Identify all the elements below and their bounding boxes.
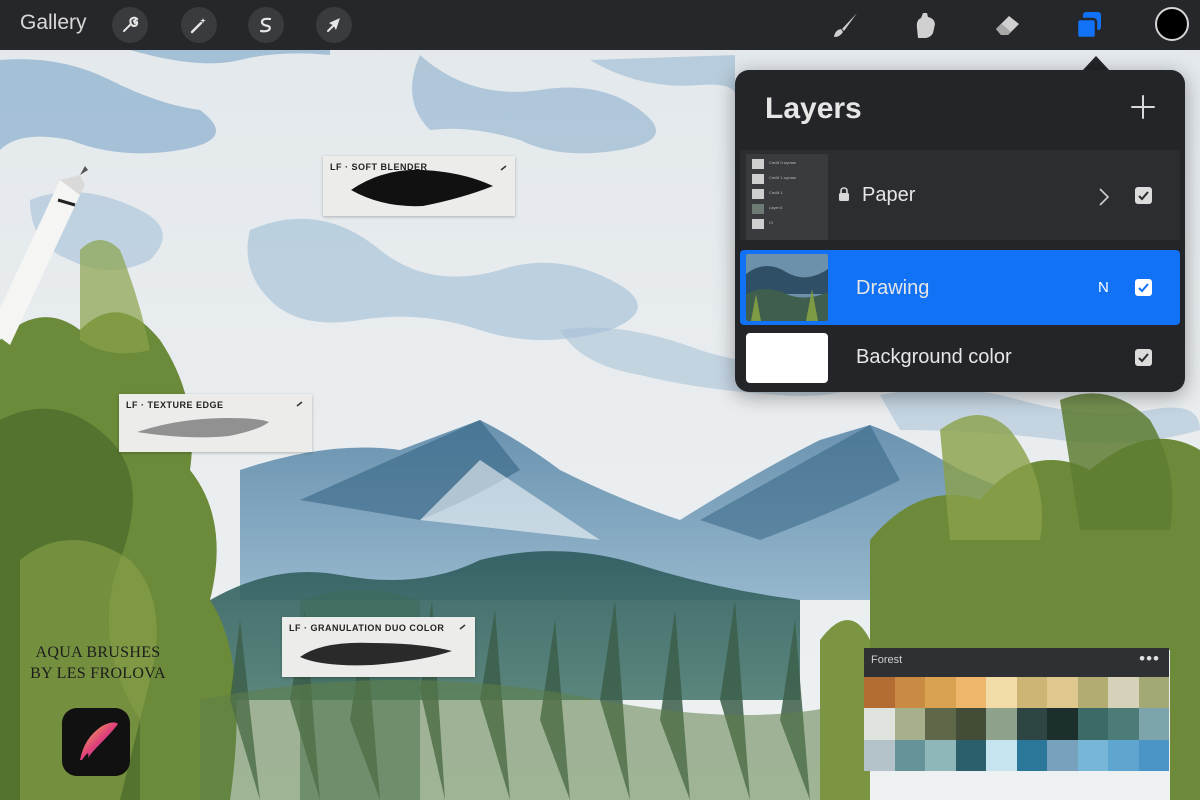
- watermark-line2: BY LES FROLOVA: [30, 665, 166, 682]
- color-swatch[interactable]: [894, 739, 925, 771]
- brush-card-texture-edge[interactable]: LF · TEXTURE EDGE: [119, 394, 312, 452]
- brush-stroke-preview: [300, 624, 466, 666]
- more-options-icon[interactable]: •••: [1139, 649, 1160, 669]
- group-sublayer: Layer 6: [749, 204, 825, 215]
- add-layer-button[interactable]: [1128, 92, 1158, 122]
- color-swatch[interactable]: [1108, 708, 1139, 740]
- color-swatch[interactable]: [955, 739, 986, 771]
- layer-row-paper[interactable]: Cmöll 0 ыуннм Cmöll 1 ыуннм Cmöll 1 Laye…: [740, 150, 1180, 240]
- color-swatch[interactable]: [864, 739, 895, 771]
- gallery-button[interactable]: Gallery: [20, 11, 87, 35]
- color-picker[interactable]: [1155, 7, 1189, 41]
- color-swatch[interactable]: [1077, 677, 1108, 709]
- layer-visibility-checkbox[interactable]: [1135, 187, 1152, 204]
- color-swatch[interactable]: [864, 708, 895, 740]
- color-swatch[interactable]: [1016, 708, 1047, 740]
- checkmark-icon: [1138, 191, 1149, 201]
- brush-icon: [834, 13, 857, 37]
- plus-icon: [1131, 95, 1155, 119]
- layer-row-background-color[interactable]: Background color: [740, 330, 1180, 385]
- color-swatch[interactable]: [955, 708, 986, 740]
- magic-wand-icon: [190, 18, 206, 34]
- color-swatch[interactable]: [1047, 677, 1078, 709]
- blend-mode-button[interactable]: N: [1098, 279, 1109, 296]
- smudge-icon: [916, 13, 935, 38]
- layer-thumbnail: Cmöll 0 ыуннм Cmöll 1 ыуннм Cmöll 1 Laye…: [746, 154, 828, 240]
- layer-row-drawing[interactable]: Drawing N: [740, 250, 1180, 325]
- color-swatch[interactable]: [864, 677, 895, 709]
- transform-arrow-icon: [327, 18, 340, 32]
- brush-stroke-preview: [137, 401, 303, 438]
- layer-name: Paper: [862, 184, 916, 206]
- wrench-icon: [123, 16, 139, 32]
- checkmark-icon: [1138, 353, 1149, 363]
- color-swatch[interactable]: [1016, 739, 1047, 771]
- layer-thumbnail: [746, 333, 828, 383]
- layers-panel: Layers Cmöll 0 ыуннм Cmöll 1 ыуннм Cmöll…: [735, 70, 1185, 392]
- brush-stroke-preview: [351, 165, 507, 207]
- color-swatch[interactable]: [925, 708, 956, 740]
- color-swatch[interactable]: [986, 677, 1017, 709]
- watermark-text: AQUA BRUSHES BY LES FROLOVA: [18, 642, 178, 684]
- color-swatch[interactable]: [894, 677, 925, 709]
- watermark-line1: AQUA BRUSHES: [35, 644, 161, 661]
- color-swatch[interactable]: [1108, 677, 1139, 709]
- checkmark-icon: [1138, 283, 1149, 293]
- selection-button[interactable]: [248, 7, 284, 43]
- selection-icon: [259, 17, 272, 33]
- group-sublayer: Cmöll 1 ыуннм: [749, 174, 825, 185]
- group-sublayer: Cmöll 1: [749, 189, 825, 200]
- brush-tool[interactable]: [826, 6, 864, 44]
- color-swatch[interactable]: [1077, 739, 1108, 771]
- brush-card-soft-blender[interactable]: LF · SOFT BLENDER: [323, 156, 515, 216]
- layer-visibility-checkbox[interactable]: [1135, 279, 1152, 296]
- color-swatch[interactable]: [1047, 739, 1078, 771]
- color-swatch[interactable]: [925, 677, 956, 709]
- layer-thumbnail: [746, 254, 828, 321]
- color-swatch[interactable]: [1138, 708, 1169, 740]
- color-swatch[interactable]: [1138, 677, 1169, 709]
- adjustments-button[interactable]: [181, 7, 217, 43]
- layer-name: Drawing: [856, 277, 930, 299]
- lock-icon: [839, 187, 849, 201]
- color-swatch[interactable]: [1108, 739, 1139, 771]
- smudge-tool[interactable]: [906, 6, 944, 44]
- eraser-icon: [996, 16, 1019, 35]
- color-swatch[interactable]: [1047, 708, 1078, 740]
- layers-popover-caret: [1082, 56, 1110, 71]
- color-swatch[interactable]: [1016, 677, 1047, 709]
- color-swatch[interactable]: [986, 739, 1017, 771]
- color-swatch[interactable]: [955, 677, 986, 709]
- palette-name: Forest: [871, 654, 903, 666]
- color-swatch[interactable]: [986, 708, 1017, 740]
- layer-visibility-checkbox[interactable]: [1135, 349, 1152, 366]
- layers-title: Layers: [765, 92, 862, 125]
- actions-button[interactable]: [112, 7, 148, 43]
- color-swatch[interactable]: [925, 739, 956, 771]
- group-sublayer: Cmöll 0 ыуннм: [749, 159, 825, 170]
- color-palette: Forest •••: [864, 648, 1169, 771]
- transform-button[interactable]: [316, 7, 352, 43]
- chevron-right-icon[interactable]: [1098, 187, 1110, 207]
- layer-name: Background color: [856, 346, 1012, 368]
- layers-tool[interactable]: [1070, 6, 1108, 44]
- color-swatch[interactable]: [894, 708, 925, 740]
- top-toolbar: Gallery: [0, 0, 1200, 50]
- group-sublayer: СІ: [749, 219, 825, 230]
- eraser-tool[interactable]: [988, 6, 1026, 44]
- brush-card-granulation-duo-color[interactable]: LF · GRANULATION DUO COLOR: [282, 617, 475, 677]
- layers-icon: [1075, 12, 1101, 40]
- color-swatch[interactable]: [1138, 739, 1169, 771]
- procreate-logo-icon: [62, 708, 130, 776]
- palette-swatches: [864, 677, 1169, 771]
- color-swatch[interactable]: [1077, 708, 1108, 740]
